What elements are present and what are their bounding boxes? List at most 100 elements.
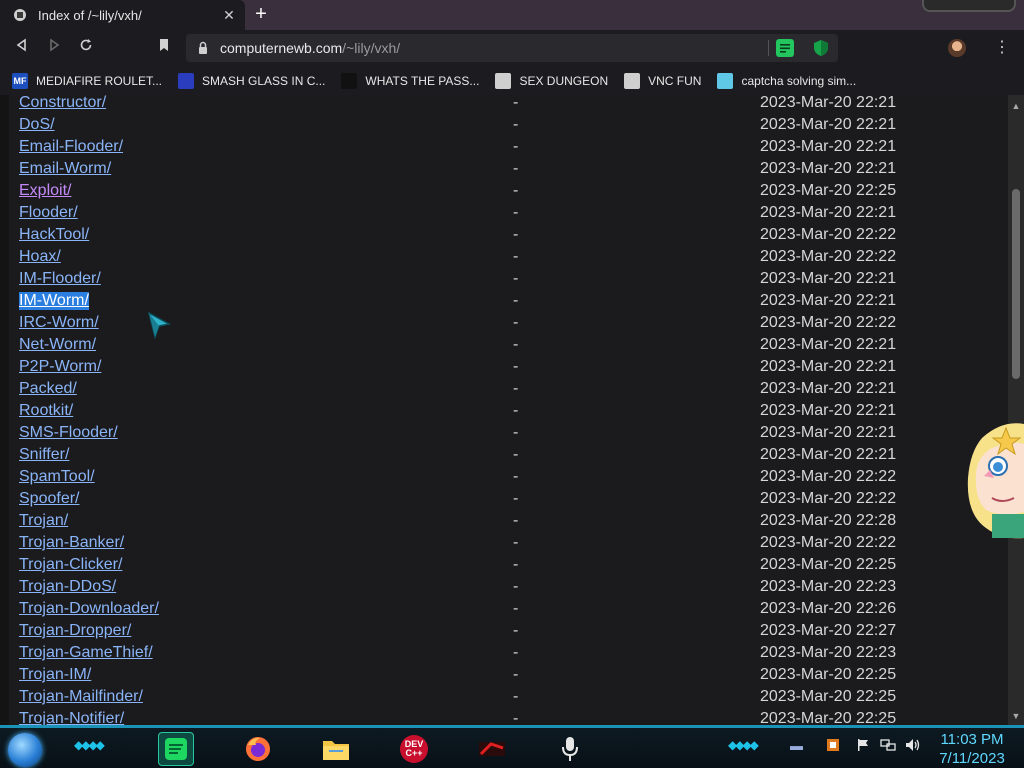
size-cell: -	[513, 556, 519, 573]
size-cell: -	[513, 622, 519, 639]
directory-link[interactable]: Trojan-Downloader/	[19, 600, 159, 618]
bookmark-item[interactable]: SMASH GLASS IN C...	[178, 72, 326, 89]
directory-link[interactable]: Trojan-DDoS/	[19, 578, 116, 596]
dev-cpp-icon[interactable]: DEV C++	[396, 732, 432, 766]
scroll-up-arrow-icon[interactable]: ▲	[1011, 101, 1021, 111]
taskbar-decoration: ◆◆◆◆	[74, 738, 105, 752]
modified-date-cell: 2023-Mar-20 22:23	[760, 644, 897, 661]
start-button[interactable]	[8, 733, 42, 767]
extension-notes-icon[interactable]	[776, 39, 794, 57]
listing-row: SpamTool/ - 2023-Mar-20 22:22	[19, 466, 1008, 488]
file-explorer-icon[interactable]	[318, 732, 354, 766]
directory-link[interactable]: Trojan-Banker/	[19, 534, 124, 552]
directory-listing: Constructor/ - 2023-Mar-20 22:21 DoS/ - 2023-…	[19, 95, 1008, 725]
directory-link[interactable]: Constructor/	[19, 95, 106, 112]
active-tab[interactable]: Index of /~lily/vxh/ ✕	[0, 0, 245, 30]
system-clock[interactable]: 11:03 PM 7/11/2023	[930, 730, 1014, 768]
spotify-icon[interactable]	[158, 732, 194, 766]
window-controls[interactable]	[922, 0, 1016, 12]
size-cell: -	[513, 578, 519, 595]
bookmark-item[interactable]: captcha solving sim...	[717, 72, 856, 89]
modified-date-cell: 2023-Mar-20 22:22	[760, 468, 897, 485]
size-cell: -	[513, 468, 519, 485]
action-center-flag-icon[interactable]	[856, 738, 870, 755]
directory-link[interactable]: Email-Worm/	[19, 160, 111, 178]
modified-date-cell: 2023-Mar-20 22:21	[760, 160, 897, 177]
url-text[interactable]: computernewb.com/~lily/vxh/	[220, 40, 400, 56]
bookmark-item[interactable]: VNC FUN	[624, 72, 702, 89]
dark-square-icon	[341, 72, 358, 89]
directory-link[interactable]: P2P-Worm/	[19, 358, 101, 376]
size-cell: -	[513, 270, 519, 287]
modified-date-cell: 2023-Mar-20 22:21	[760, 402, 897, 419]
clock-date: 7/11/2023	[939, 750, 1005, 767]
listing-row: Exploit/ - 2023-Mar-20 22:25	[19, 180, 1008, 202]
directory-link[interactable]: HackTool/	[19, 226, 89, 244]
tray-app-icon[interactable]	[826, 738, 840, 755]
size-cell: -	[513, 512, 519, 529]
modified-date-cell: 2023-Mar-20 22:21	[760, 270, 897, 287]
directory-link[interactable]: Packed/	[19, 380, 77, 398]
extension-shield-icon[interactable]	[812, 39, 830, 57]
directory-link[interactable]: Trojan-Mailfinder/	[19, 688, 143, 706]
profile-avatar[interactable]	[948, 39, 966, 57]
size-cell: -	[513, 490, 519, 507]
directory-link[interactable]: IRC-Worm/	[19, 314, 99, 332]
cartoon-mascot-icon	[967, 423, 1024, 539]
listing-row: SMS-Flooder/ - 2023-Mar-20 22:21	[19, 422, 1008, 444]
bookmark-label: VNC FUN	[648, 73, 702, 88]
new-tab-button[interactable]: +	[250, 4, 272, 26]
directory-link[interactable]: Trojan-Clicker/	[19, 556, 122, 574]
listing-row: Email-Flooder/ - 2023-Mar-20 22:21	[19, 136, 1008, 158]
directory-link[interactable]: Email-Flooder/	[19, 138, 123, 156]
directory-link[interactable]: Sniffer/	[19, 446, 69, 464]
directory-link[interactable]: SpamTool/	[19, 468, 95, 486]
directory-link[interactable]: Exploit/	[19, 182, 71, 200]
directory-link[interactable]: Hoax/	[19, 248, 61, 266]
size-cell: -	[513, 446, 519, 463]
modified-date-cell: 2023-Mar-20 22:25	[760, 666, 897, 683]
directory-link[interactable]: SMS-Flooder/	[19, 424, 118, 442]
size-cell: -	[513, 666, 519, 683]
vertical-scrollbar[interactable]: ▲ ▼	[1008, 95, 1024, 725]
forward-button[interactable]	[44, 38, 64, 58]
close-tab-icon[interactable]: ✕	[219, 7, 239, 24]
modified-date-cell: 2023-Mar-20 22:21	[760, 292, 897, 309]
size-cell: -	[513, 600, 519, 617]
network-icon[interactable]	[880, 738, 896, 755]
address-bar[interactable]: computernewb.com/~lily/vxh/	[186, 34, 838, 62]
bookmark-item[interactable]: MF MEDIAFIRE ROULET...	[12, 72, 163, 89]
scroll-down-arrow-icon[interactable]: ▼	[1011, 711, 1021, 721]
directory-link[interactable]: Trojan-Dropper/	[19, 622, 131, 640]
directory-link[interactable]: Flooder/	[19, 204, 78, 222]
back-button[interactable]	[12, 38, 32, 58]
listing-row: Trojan-GameThief/ - 2023-Mar-20 22:23	[19, 642, 1008, 664]
directory-link[interactable]: Trojan-GameThief/	[19, 644, 153, 662]
directory-link[interactable]: Trojan/	[19, 512, 68, 530]
scrollbar-thumb[interactable]	[1012, 189, 1020, 379]
directory-link[interactable]: Trojan-IM/	[19, 666, 91, 684]
red-app-icon[interactable]	[474, 732, 510, 766]
modified-date-cell: 2023-Mar-20 22:21	[760, 116, 897, 133]
directory-link[interactable]: IM-Worm/	[19, 292, 89, 310]
bookmark-label: MEDIAFIRE ROULET...	[36, 73, 163, 88]
microphone-icon[interactable]	[552, 732, 588, 766]
directory-link[interactable]: IM-Flooder/	[19, 270, 101, 288]
size-cell: -	[513, 688, 519, 705]
volume-icon[interactable]	[905, 738, 921, 755]
directory-link[interactable]: Rootkit/	[19, 402, 73, 420]
directory-link[interactable]: DoS/	[19, 116, 55, 134]
reload-button[interactable]	[76, 38, 96, 58]
tray-overflow-icon[interactable]: ▬	[790, 738, 803, 753]
directory-link[interactable]: Spoofer/	[19, 490, 79, 508]
firefox-icon[interactable]	[240, 732, 276, 766]
directory-link[interactable]: Net-Worm/	[19, 336, 96, 354]
bookmark-item[interactable]: SEX DUNGEON	[495, 72, 608, 89]
taskbar-decoration: ◆◆◆◆	[728, 738, 759, 752]
browser-menu-button[interactable]: ⋮	[994, 38, 1010, 58]
bookmark-item[interactable]: WHATS THE PASS...	[341, 72, 479, 89]
modified-date-cell: 2023-Mar-20 22:21	[760, 204, 897, 221]
bookmark-label: SMASH GLASS IN C...	[202, 73, 326, 88]
directory-link[interactable]: Trojan-Notifier/	[19, 710, 124, 725]
bookmark-button[interactable]	[154, 38, 174, 58]
